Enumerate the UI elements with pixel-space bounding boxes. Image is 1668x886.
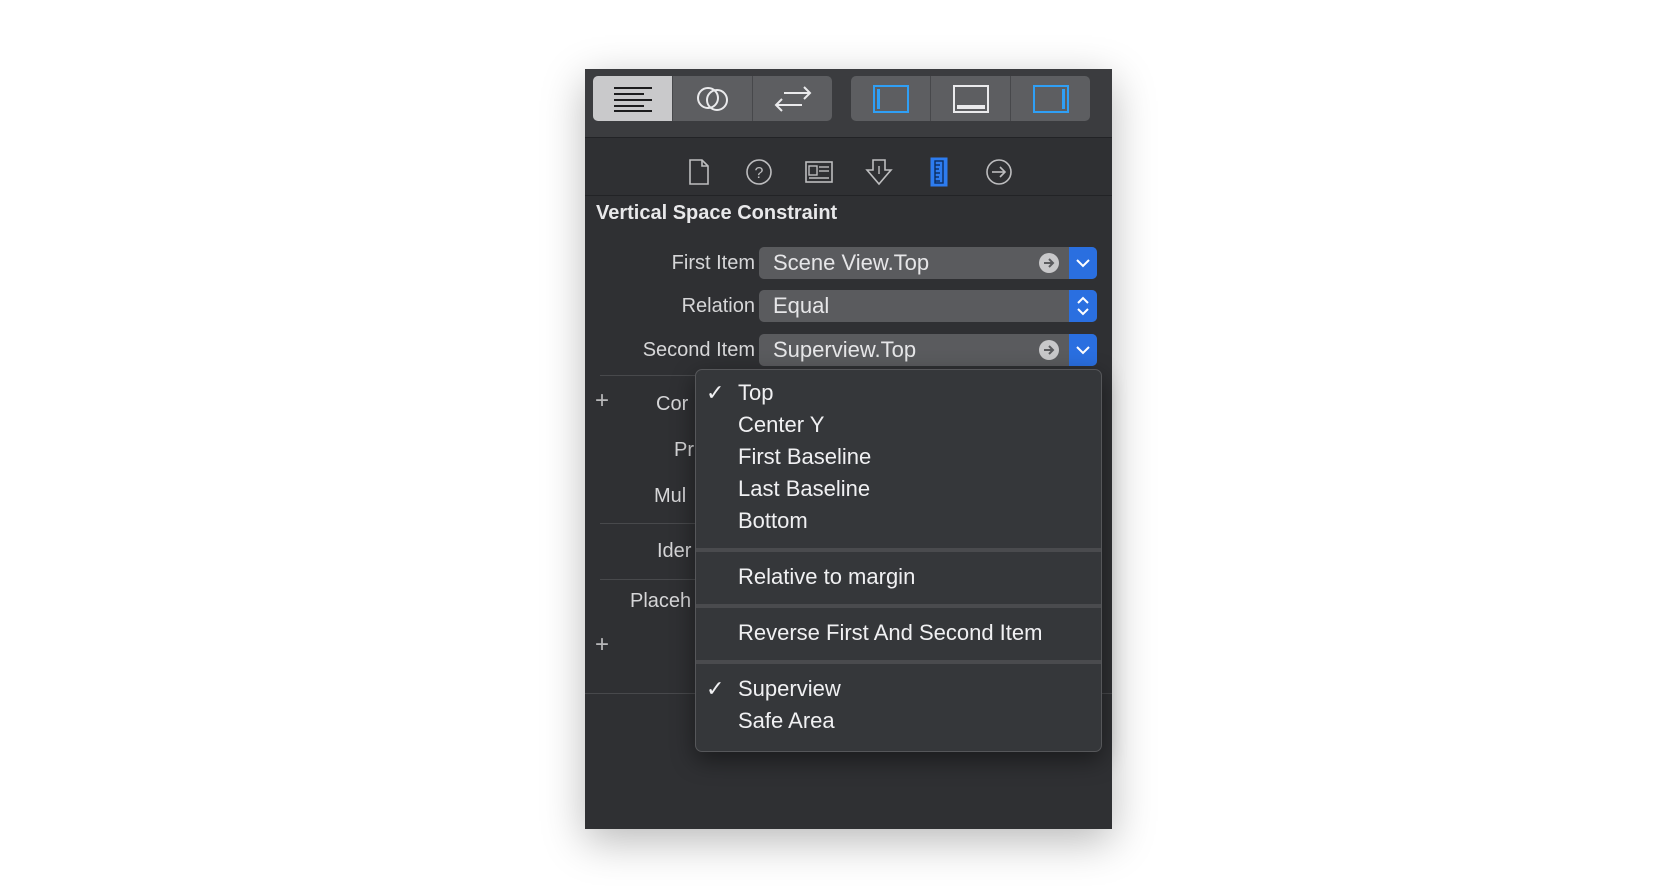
relation-popup[interactable]: Equal xyxy=(759,290,1097,322)
first-item-popup[interactable]: Scene View.Top xyxy=(759,247,1097,279)
menu-separator xyxy=(696,604,1101,608)
second-item-value: Superview.Top xyxy=(773,337,917,362)
file-icon xyxy=(688,158,709,185)
menu-item-last-baseline[interactable]: Last Baseline xyxy=(696,473,1101,504)
chevron-down-icon xyxy=(1076,258,1090,267)
chevron-down-icon xyxy=(1076,345,1090,354)
go-to-item-icon[interactable] xyxy=(1039,340,1059,360)
connections-inspector-tab[interactable] xyxy=(969,149,1029,194)
identity-inspector-tab[interactable] xyxy=(789,149,849,194)
checkmark-icon: ✓ xyxy=(706,380,725,405)
attributes-inspector-tab[interactable] xyxy=(849,149,909,194)
constant-label: Cor xyxy=(656,393,689,415)
connections-icon xyxy=(985,158,1012,185)
second-item-popup[interactable]: Superview.Top xyxy=(759,334,1097,366)
overlapping-circles-icon xyxy=(696,86,728,111)
identity-icon xyxy=(804,160,833,183)
menu-item-center-y[interactable]: Center Y xyxy=(696,409,1101,440)
navigator-toggle-button[interactable] xyxy=(851,76,931,121)
debug-area-toggle-button[interactable] xyxy=(931,76,1011,121)
menu-item-bottom[interactable]: Bottom xyxy=(696,505,1101,536)
menu-item-relative-to-margin[interactable]: Relative to margin xyxy=(696,561,1101,592)
placeholder-label: Placeh xyxy=(630,590,692,612)
first-item-dropdown-button[interactable] xyxy=(1069,247,1097,279)
left-panel-icon xyxy=(872,84,909,113)
first-item-value: Scene View.Top xyxy=(773,250,930,275)
menu-item-superview[interactable]: ✓ Superview xyxy=(696,673,1101,704)
menu-separator xyxy=(696,548,1101,552)
align-lines-icon xyxy=(613,86,652,112)
identifier-label: Ider xyxy=(657,540,692,562)
tab-divider xyxy=(585,195,1112,196)
add-constant-variation-button[interactable]: + xyxy=(595,387,609,415)
size-inspector-tab[interactable] xyxy=(909,149,969,194)
relation-stepper-button[interactable] xyxy=(1069,290,1097,322)
checkmark-icon: ✓ xyxy=(706,676,725,701)
assistant-editor-button[interactable] xyxy=(673,76,753,121)
menu-item-safe-area[interactable]: Safe Area xyxy=(696,705,1101,736)
second-item-menu: ✓ Top Center Y First Baseline Last Basel… xyxy=(695,369,1102,752)
svg-text:?: ? xyxy=(754,165,763,182)
utilities-toggle-button[interactable] xyxy=(1011,76,1090,121)
version-editor-button[interactable] xyxy=(753,76,832,121)
menu-item-top[interactable]: ✓ Top xyxy=(696,377,1101,408)
attributes-icon xyxy=(864,158,893,185)
first-item-label: First Item xyxy=(671,252,755,274)
second-item-label: Second Item xyxy=(642,339,755,361)
file-inspector-tab[interactable] xyxy=(669,149,729,194)
relation-label: Relation xyxy=(681,295,755,317)
second-item-dropdown-button[interactable] xyxy=(1069,334,1097,366)
menu-item-reverse[interactable]: Reverse First And Second Item xyxy=(696,617,1101,648)
editor-mode-segment xyxy=(593,76,832,121)
relation-value: Equal xyxy=(773,293,830,318)
up-down-chevrons-icon xyxy=(1077,296,1089,316)
size-ruler-icon xyxy=(930,157,947,186)
menu-separator xyxy=(696,660,1101,664)
standard-editor-button[interactable] xyxy=(593,76,673,121)
toolbar xyxy=(585,69,1112,138)
add-variation-button[interactable]: + xyxy=(595,631,609,659)
swap-arrows-icon xyxy=(774,85,811,112)
go-to-item-icon[interactable] xyxy=(1039,253,1059,273)
panel-toggle-segment xyxy=(851,76,1090,121)
quick-help-tab[interactable]: ? xyxy=(729,149,789,194)
menu-item-first-baseline[interactable]: First Baseline xyxy=(696,441,1101,472)
priority-label: Pr xyxy=(674,439,694,461)
multiplier-label: Mul xyxy=(654,485,687,507)
inspector-tab-bar: ? xyxy=(585,149,1112,194)
section-title: Vertical Space Constraint xyxy=(596,202,838,224)
bottom-panel-icon xyxy=(952,84,989,113)
help-icon: ? xyxy=(745,158,772,185)
right-panel-icon xyxy=(1032,84,1069,113)
